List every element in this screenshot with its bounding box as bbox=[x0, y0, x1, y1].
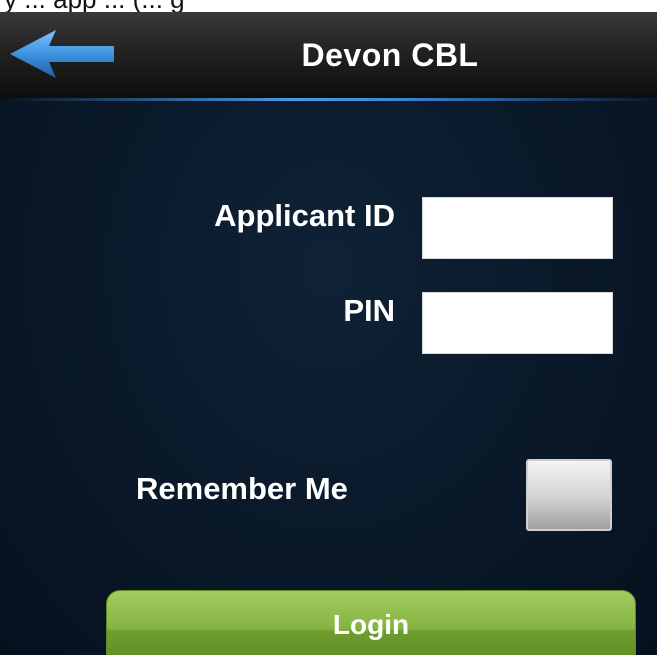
back-button[interactable] bbox=[4, 24, 120, 82]
login-form: Applicant ID PIN Remember Me Login bbox=[0, 101, 657, 655]
login-button[interactable]: Login bbox=[106, 590, 636, 655]
login-screen: Devon CBL Applicant ID PIN Remember Me L… bbox=[0, 12, 657, 655]
applicant-id-label: Applicant ID bbox=[214, 198, 395, 233]
remember-me-checkbox[interactable] bbox=[526, 459, 612, 531]
navigation-bar: Devon CBL bbox=[0, 12, 657, 98]
pin-field[interactable] bbox=[422, 292, 613, 354]
pin-label: PIN bbox=[343, 293, 395, 328]
remember-me-label: Remember Me bbox=[136, 471, 348, 506]
page-title: Devon CBL bbox=[301, 37, 479, 73]
back-arrow-icon bbox=[10, 30, 114, 78]
applicant-id-field[interactable] bbox=[422, 197, 613, 259]
cropped-caption-text: y ... app ... (... g bbox=[0, 0, 657, 12]
